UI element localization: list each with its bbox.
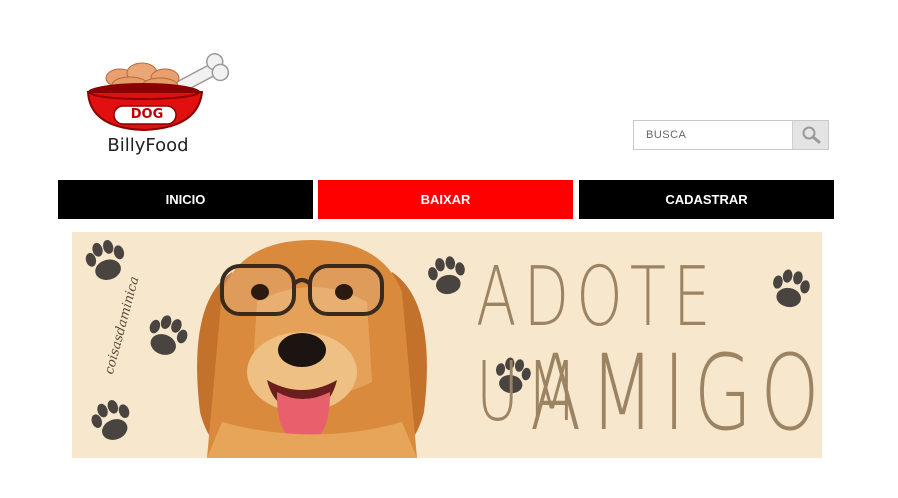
brand-name: BillyFood	[107, 135, 189, 156]
dog-bowl-icon	[86, 53, 230, 132]
nav-item-label: INICIO	[165, 192, 206, 207]
paw-print-icon	[86, 395, 137, 446]
magnifier-icon	[802, 126, 820, 144]
search-button[interactable]	[792, 121, 828, 149]
dog-with-glasses-image	[197, 240, 427, 458]
logo-badge-text: DOG	[130, 107, 164, 122]
paw-print-icon	[82, 236, 130, 285]
nav-item-inicio[interactable]: INICIO	[58, 180, 313, 219]
banner-title-line2: AMIGO	[530, 332, 822, 454]
paw-print-icon	[769, 267, 813, 311]
main-nav: INICIO BAIXAR CADASTRAR	[58, 180, 834, 219]
paw-print-icon	[425, 254, 469, 297]
adoption-banner[interactable]: coisasdaminica ADOTE UM AMIGO	[72, 232, 822, 458]
paw-print-icon	[141, 310, 192, 361]
search-input[interactable]	[634, 121, 794, 149]
nav-item-label: BAIXAR	[420, 192, 471, 207]
site-logo[interactable]: DOG BillyFood	[80, 40, 231, 160]
nav-item-baixar[interactable]: BAIXAR	[318, 180, 573, 219]
nav-item-label: CADASTRAR	[665, 192, 748, 207]
nav-item-cadastrar[interactable]: CADASTRAR	[579, 180, 834, 219]
search-box	[633, 120, 829, 150]
